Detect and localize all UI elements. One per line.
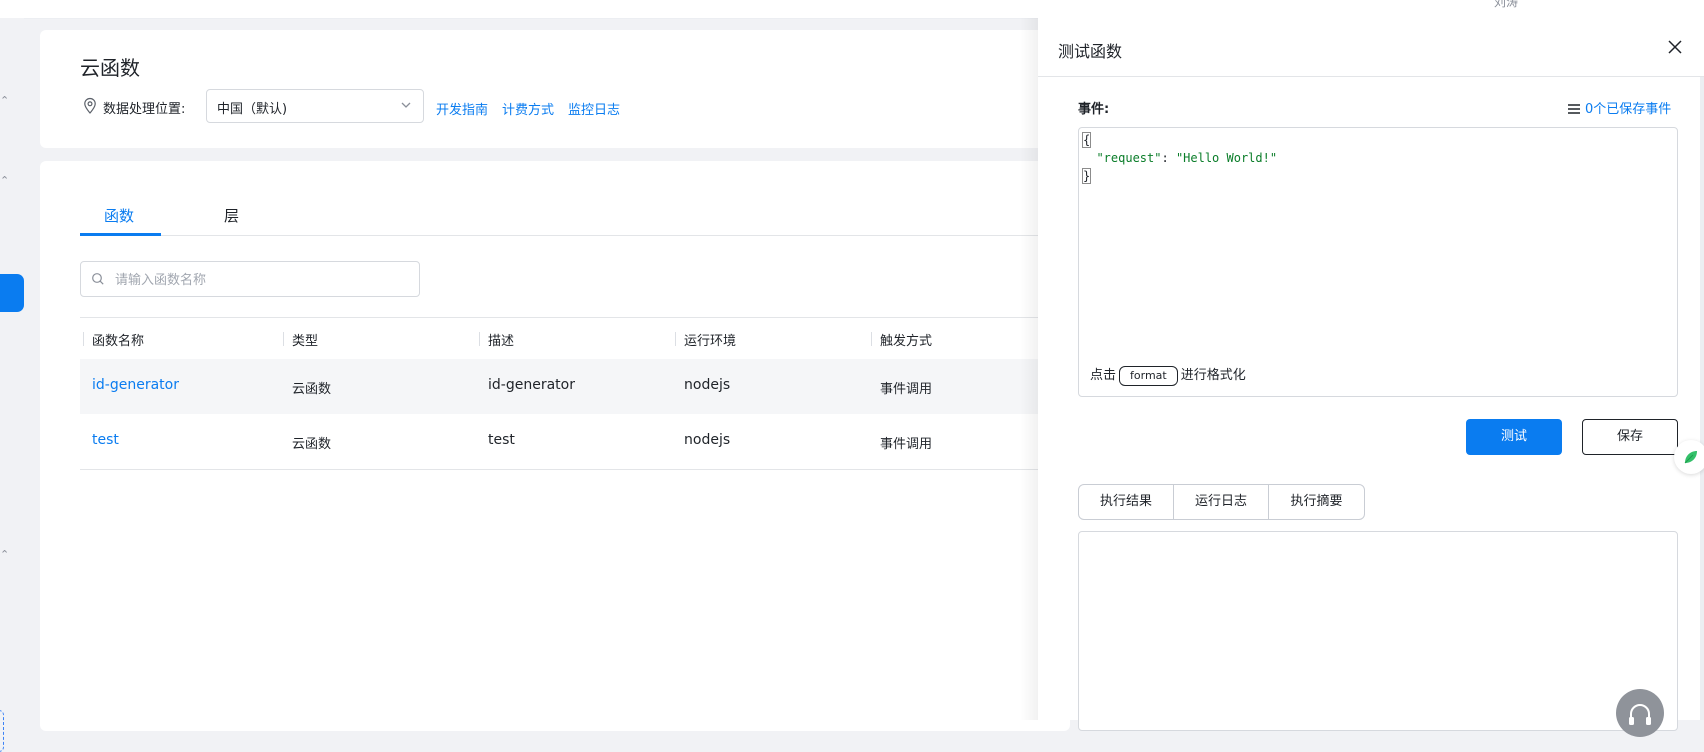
function-runtime: nodejs	[684, 377, 731, 393]
function-trigger: 事件调用	[880, 382, 933, 397]
tab-functions[interactable]: 函数	[104, 205, 134, 226]
page-title: 云函数	[80, 56, 140, 80]
code-content[interactable]: { "request": "Hello World!" }	[1082, 131, 1277, 185]
function-description: test	[488, 432, 515, 448]
region-select[interactable]: 中国（默认)	[206, 89, 424, 123]
list-icon	[1568, 104, 1580, 114]
column-separator	[283, 332, 284, 346]
event-label: 事件:	[1078, 102, 1110, 117]
tab-execution-result[interactable]: 执行结果	[1079, 485, 1174, 519]
search-box	[80, 261, 420, 297]
header-card: 云函数 数据处理位置: 中国（默认) 开发指南 计费方式 监控日志	[40, 30, 1070, 148]
search-input[interactable]	[113, 268, 407, 292]
functions-card: 函数 层 函数名称 类型 描述 运行环境 触发方式 id-generator 云…	[40, 161, 1070, 731]
save-button[interactable]: 保存	[1582, 419, 1678, 455]
format-button[interactable]: format	[1119, 366, 1178, 386]
drawer-shadow	[1020, 18, 1040, 720]
function-type: 云函数	[292, 382, 332, 397]
column-header-trigger[interactable]: 触发方式	[880, 330, 932, 349]
format-hint-suffix: 进行格式化	[1180, 368, 1246, 383]
result-output-panel	[1078, 531, 1678, 731]
rail-dashed-marker	[0, 710, 4, 752]
active-tab-indicator	[80, 233, 161, 236]
column-separator	[675, 332, 676, 346]
left-rail: ⌃ ⌃ ⌃	[0, 18, 24, 752]
leaf-icon	[1684, 451, 1697, 464]
drawer-divider	[1038, 76, 1704, 77]
collapse-chevron-icon[interactable]: ⌃	[0, 548, 9, 561]
tab-divider	[80, 235, 1070, 236]
monitor-log-link[interactable]: 监控日志	[568, 99, 620, 118]
test-function-drawer: 测试函数 事件: 0个已保存事件 { "request": "Hello Wor…	[1038, 18, 1704, 737]
function-type: 云函数	[292, 437, 332, 452]
collapse-chevron-icon[interactable]: ⌃	[0, 94, 9, 107]
top-bar: 刘涛	[0, 0, 1704, 19]
side-floating-bubble[interactable]	[1674, 440, 1704, 474]
function-name-link[interactable]: id-generator	[92, 377, 179, 393]
support-button[interactable]	[1616, 689, 1664, 737]
result-tabs: 执行结果 运行日志 执行摘要	[1078, 484, 1365, 520]
column-separator	[479, 332, 480, 346]
tab-layers[interactable]: 层	[224, 205, 239, 226]
column-header-runtime[interactable]: 运行环境	[684, 330, 736, 349]
saved-events-link[interactable]: 0个已保存事件	[1568, 98, 1671, 117]
event-json-editor[interactable]: { "request": "Hello World!" } 点击 format 进行…	[1078, 127, 1678, 397]
tab-execution-summary[interactable]: 执行摘要	[1269, 485, 1364, 519]
test-button[interactable]: 测试	[1466, 419, 1562, 455]
chevron-down-icon	[401, 102, 411, 108]
dev-guide-link[interactable]: 开发指南	[436, 99, 488, 118]
drawer-scrollbar[interactable]	[1700, 77, 1704, 720]
active-nav-item[interactable]	[0, 274, 24, 312]
column-header-type[interactable]: 类型	[292, 330, 318, 349]
tab-run-log[interactable]: 运行日志	[1174, 485, 1269, 519]
format-hint-prefix: 点击	[1090, 368, 1117, 383]
function-trigger: 事件调用	[880, 437, 933, 452]
column-header-name[interactable]: 函数名称	[92, 330, 144, 349]
table-row[interactable]: test 云函数 test nodejs 事件调用	[80, 414, 1070, 470]
drawer-title: 测试函数	[1058, 42, 1123, 61]
map-pin-icon	[84, 97, 96, 114]
function-runtime: nodejs	[684, 432, 731, 448]
billing-link[interactable]: 计费方式	[502, 99, 554, 118]
code-close-brace: }	[1082, 168, 1092, 184]
saved-events-text: 0个已保存事件	[1585, 102, 1672, 117]
function-description: id-generator	[488, 377, 575, 393]
close-icon[interactable]	[1666, 38, 1684, 56]
code-value: "Hello World!"	[1175, 151, 1278, 165]
column-separator	[83, 332, 84, 346]
table-top-border	[80, 317, 1070, 318]
search-icon	[92, 273, 104, 285]
region-select-value: 中国（默认)	[217, 102, 288, 117]
collapse-chevron-icon[interactable]: ⌃	[0, 174, 9, 187]
format-hint: 点击 format 进行格式化	[1090, 364, 1246, 386]
column-separator	[871, 332, 872, 346]
code-colon: :	[1161, 151, 1176, 165]
location-label: 数据处理位置:	[103, 102, 186, 117]
code-open-brace: {	[1082, 132, 1092, 148]
function-name-link[interactable]: test	[92, 432, 119, 448]
headset-icon	[1629, 704, 1651, 725]
table-row[interactable]: id-generator 云函数 id-generator nodejs 事件调…	[80, 359, 1070, 414]
code-key: "request"	[1096, 151, 1162, 165]
column-header-description[interactable]: 描述	[488, 330, 514, 349]
user-name[interactable]: 刘涛	[1494, 0, 1518, 10]
